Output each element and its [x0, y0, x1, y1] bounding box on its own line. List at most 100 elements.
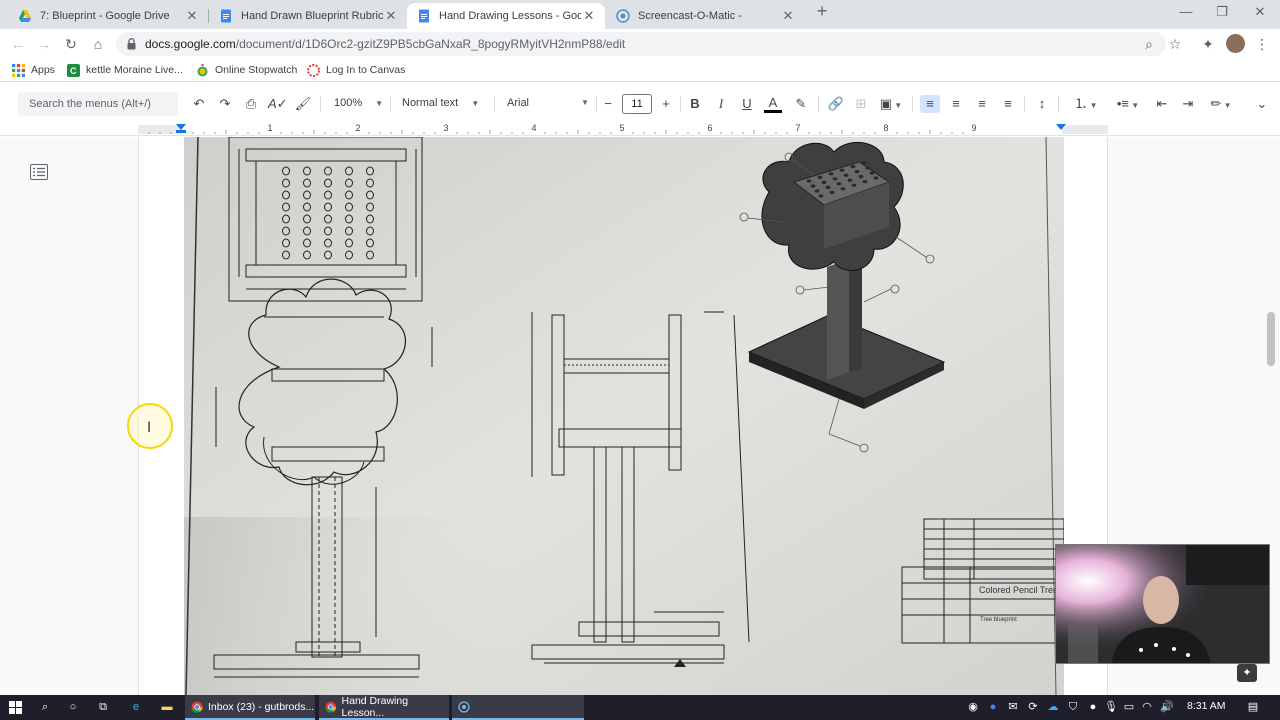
- justify-button[interactable]: ≡: [998, 95, 1018, 113]
- bookmark-apps[interactable]: Apps: [12, 63, 55, 77]
- star-icon[interactable]: ☆: [1166, 35, 1184, 53]
- title-block-sub: Tree blueprint: [980, 617, 1017, 623]
- bold-button[interactable]: B: [686, 95, 704, 113]
- numbered-list-icon[interactable]: ⒈ ▼: [1068, 95, 1104, 113]
- record-icon[interactable]: ◉: [966, 699, 980, 716]
- taskbar-app-label: Hand Drawing Lesson...: [341, 694, 409, 719]
- chrome-menu-icon[interactable]: ⋮: [1253, 35, 1271, 53]
- onedrive-icon[interactable]: ☁: [1046, 699, 1060, 716]
- tab-strip: 7: Blueprint - Google Drive ✕ Hand Drawn…: [0, 0, 1280, 29]
- ruler-number: 7: [795, 123, 801, 133]
- undo-icon[interactable]: ↶: [190, 95, 208, 113]
- webcam-overlay: [1055, 544, 1270, 664]
- battery-icon[interactable]: ▭: [1122, 699, 1136, 716]
- insert-image-icon[interactable]: ▣ ▼: [876, 95, 906, 113]
- ruler-number: 2: [355, 123, 361, 133]
- link-icon[interactable]: 🔗: [826, 95, 846, 113]
- editing-mode-icon[interactable]: ✏ ▼: [1204, 95, 1238, 113]
- extensions-icon[interactable]: ✦: [1199, 35, 1217, 53]
- text-color-button[interactable]: A: [764, 95, 782, 113]
- forward-icon[interactable]: →: [35, 35, 53, 53]
- volume-icon[interactable]: 🔊: [1160, 699, 1174, 716]
- taskbar-app-inbox[interactable]: Inbox (23) - gutbrods...: [185, 695, 315, 720]
- sync-icon[interactable]: ⟳: [1026, 699, 1040, 716]
- taskbar-app-screencast[interactable]: [452, 695, 584, 720]
- decrease-font-size-button[interactable]: −: [600, 95, 616, 113]
- back-icon[interactable]: ←: [9, 35, 27, 53]
- ruler-ticks: [138, 124, 1108, 134]
- blueprint-photo[interactable]: Colored Pencil Tree Tree blueprint: [184, 137, 1064, 695]
- edge-icon[interactable]: e: [127, 699, 145, 716]
- notifications-icon[interactable]: ▤: [1244, 699, 1262, 716]
- avatar[interactable]: [1226, 34, 1245, 53]
- zoom-icon[interactable]: ⌕: [1140, 35, 1158, 53]
- font-size-input[interactable]: 11: [622, 94, 652, 114]
- microphone-icon[interactable]: 🎙: [1104, 699, 1118, 716]
- italic-button[interactable]: I: [712, 95, 730, 113]
- ruler-number: 4: [531, 123, 537, 133]
- tab-hand-drawing-lessons[interactable]: Hand Drawing Lessons - Google ✕: [407, 3, 605, 29]
- highlight-icon[interactable]: ✎: [792, 95, 810, 113]
- task-view-icon[interactable]: ⧉: [94, 699, 112, 716]
- increase-indent-icon[interactable]: ⇥: [1178, 95, 1198, 113]
- style-select[interactable]: Normal text ▼: [402, 97, 479, 109]
- menu-search-input[interactable]: Search the menus (Alt+/): [18, 92, 178, 116]
- document-outline-icon[interactable]: [30, 164, 48, 180]
- restore-button[interactable]: ❐: [1204, 4, 1240, 24]
- cortana-icon[interactable]: ○: [64, 699, 82, 716]
- ruler-number: 6: [707, 123, 713, 133]
- new-tab-button[interactable]: +: [808, 1, 836, 21]
- close-icon[interactable]: ✕: [184, 8, 200, 24]
- wifi-icon[interactable]: ◠: [1140, 699, 1154, 716]
- address-bar[interactable]: docs.google.com/document/d/1D6Orc2-gzitZ…: [116, 32, 1166, 56]
- tab-google-drive[interactable]: 7: Blueprint - Google Drive ✕: [8, 3, 208, 29]
- windows-start-icon[interactable]: [9, 701, 22, 714]
- tab-title: Hand Drawn Blueprint Rubric - G: [241, 10, 383, 22]
- close-icon[interactable]: ✕: [780, 8, 796, 24]
- chrome-tray-icon[interactable]: ●: [986, 699, 1000, 716]
- explore-icon[interactable]: ✦: [1237, 664, 1257, 682]
- paint-format-icon[interactable]: 🖌: [294, 95, 312, 113]
- chrome-tray-icon-2[interactable]: ●: [1086, 699, 1100, 716]
- underline-button[interactable]: U: [738, 95, 756, 113]
- close-icon[interactable]: ✕: [383, 8, 399, 24]
- tab-screencast[interactable]: Screencast-O-Matic - ✕: [606, 3, 804, 29]
- home-icon[interactable]: ⌂: [89, 35, 107, 53]
- window-close-button[interactable]: ✕: [1242, 4, 1278, 24]
- bulleted-list-icon[interactable]: •≡ ▼: [1110, 95, 1146, 113]
- increase-font-size-button[interactable]: +: [658, 95, 674, 113]
- bookmark-canvas[interactable]: Log In to Canvas: [307, 63, 405, 77]
- ruler-number: 9: [971, 123, 977, 133]
- taskbar-app-label: Inbox (23) - gutbrods...: [208, 700, 315, 713]
- print-icon[interactable]: ⎙: [242, 95, 260, 113]
- mail-icon[interactable]: ✉: [1006, 699, 1020, 716]
- file-explorer-icon[interactable]: ▬: [158, 699, 176, 716]
- tab-rubric[interactable]: Hand Drawn Blueprint Rubric - G ✕: [209, 3, 407, 29]
- collapse-toolbar-icon[interactable]: ⌄: [1252, 95, 1272, 113]
- font-select[interactable]: Arial ▼: [507, 97, 589, 109]
- classroom-icon: C: [67, 63, 80, 77]
- close-icon[interactable]: ✕: [581, 8, 597, 24]
- taskbar-app-hand-drawing[interactable]: Hand Drawing Lesson...: [319, 695, 449, 720]
- tab-title: 7: Blueprint - Google Drive: [40, 10, 170, 22]
- bookmarks-bar: Apps C kettle Moraine Live... Online Sto…: [0, 58, 1280, 82]
- bookmark-online-stopwatch[interactable]: Online Stopwatch: [196, 63, 297, 77]
- decrease-indent-icon[interactable]: ⇤: [1152, 95, 1172, 113]
- align-left-button[interactable]: ≡: [920, 95, 940, 113]
- navigation-bar: ← → ↻ ⌂ docs.google.com/document/d/1D6Or…: [0, 29, 1280, 58]
- line-spacing-icon[interactable]: ↕: [1032, 95, 1052, 113]
- reload-icon[interactable]: ↻: [62, 35, 80, 53]
- comment-icon[interactable]: ⊞: [852, 95, 870, 113]
- align-center-button[interactable]: ≡: [946, 95, 966, 113]
- spellcheck-icon[interactable]: A✓: [268, 95, 288, 113]
- vertical-scrollbar[interactable]: [1267, 312, 1275, 366]
- shield-icon[interactable]: ⛉: [1066, 699, 1080, 716]
- google-drive-icon: [19, 10, 31, 22]
- search-icon[interactable]: ⌕: [36, 699, 54, 716]
- bookmark-kettle-moraine[interactable]: C kettle Moraine Live...: [67, 63, 183, 77]
- clock[interactable]: 8:31 AM: [1187, 700, 1226, 712]
- minimize-button[interactable]: —: [1168, 4, 1204, 24]
- zoom-select[interactable]: 100% ▼: [334, 97, 383, 109]
- redo-icon[interactable]: ↷: [216, 95, 234, 113]
- align-right-button[interactable]: ≡: [972, 95, 992, 113]
